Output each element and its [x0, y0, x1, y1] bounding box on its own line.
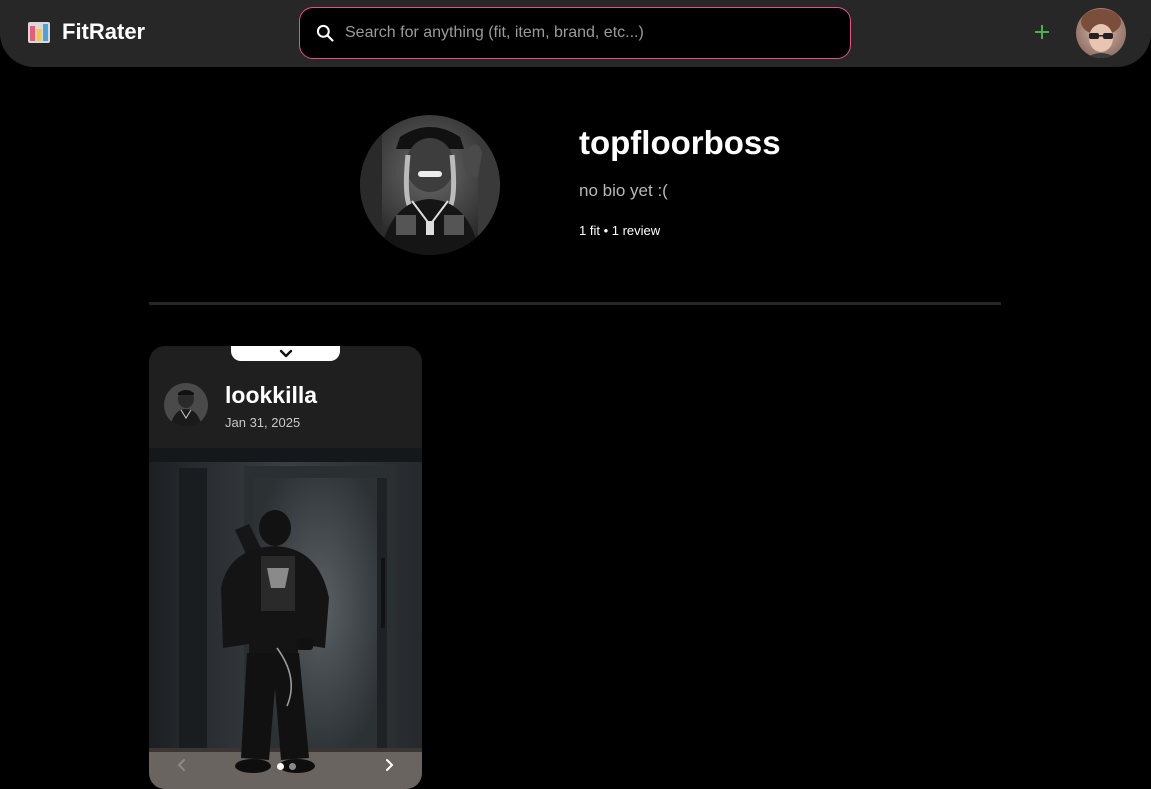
profile-stats: 1 fit • 1 review: [579, 223, 661, 238]
fit-photo[interactable]: [149, 448, 422, 789]
search-input[interactable]: [345, 24, 825, 42]
fit-card[interactable]: lookkilla Jan 31, 2025: [149, 346, 422, 789]
plus-icon: [1035, 25, 1049, 39]
profile-username: topfloorboss: [579, 124, 781, 161]
next-photo-button[interactable]: [380, 754, 400, 776]
prev-photo-button[interactable]: [171, 754, 191, 776]
current-user-avatar[interactable]: [1076, 8, 1126, 58]
carousel-dot-active[interactable]: [277, 763, 284, 770]
search-bar[interactable]: [299, 7, 851, 59]
chevron-right-icon: [386, 759, 394, 771]
top-navbar: FitRater: [0, 0, 1151, 67]
profile-bio: no bio yet :(: [579, 181, 668, 200]
avatar-image: [1076, 8, 1126, 58]
chevron-down-icon: [279, 349, 292, 357]
fit-author-avatar[interactable]: [164, 383, 208, 427]
brand-home-link[interactable]: FitRater: [27, 19, 145, 45]
fit-date: Jan 31, 2025: [225, 415, 301, 430]
collapse-toggle-button[interactable]: [231, 346, 340, 361]
app-name: FitRater: [62, 19, 146, 44]
profile-photo: [360, 115, 500, 255]
carousel-dot[interactable]: [289, 763, 296, 770]
profile-avatar: [360, 115, 500, 255]
fit-author-username[interactable]: lookkilla: [225, 382, 317, 409]
section-divider: [149, 302, 1001, 305]
chevron-left-icon: [177, 759, 185, 771]
author-photo: [164, 383, 208, 427]
add-fit-button[interactable]: [1030, 20, 1054, 44]
bar-chart-icon: [28, 22, 50, 43]
search-icon: [316, 24, 334, 42]
outfit-image: [149, 448, 422, 789]
